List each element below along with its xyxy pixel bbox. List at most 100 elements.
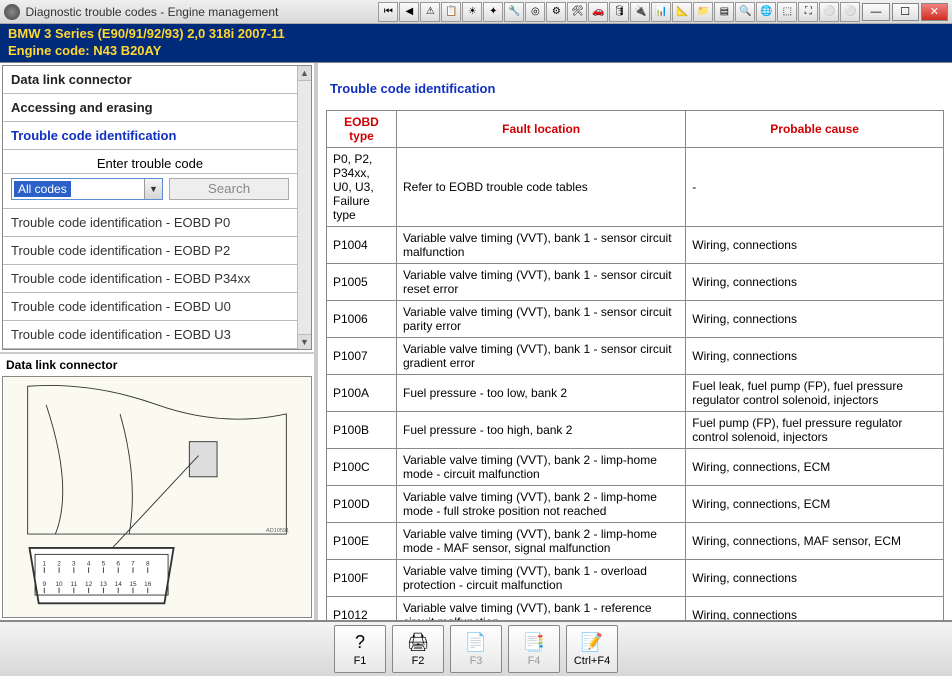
- cell-code: P100C: [327, 448, 397, 485]
- toolbar-button-16[interactable]: ▤: [714, 2, 734, 22]
- search-button[interactable]: Search: [169, 178, 289, 200]
- toolbar-button-11[interactable]: 🛢: [609, 2, 629, 22]
- cell-code: P100E: [327, 522, 397, 559]
- cell-cause: Wiring, connections: [686, 263, 944, 300]
- window-title: Diagnostic trouble codes - Engine manage…: [26, 5, 279, 19]
- cell-code: P1007: [327, 337, 397, 374]
- maximize-button[interactable]: ☐: [892, 3, 919, 21]
- nav-sublink[interactable]: Trouble code identification - EOBD P2: [3, 237, 297, 265]
- toolbar-button-8[interactable]: ⚙: [546, 2, 566, 22]
- cell-fault: Fuel pressure - too low, bank 2: [397, 374, 686, 411]
- fkey-label: Ctrl+F4: [574, 655, 610, 667]
- chevron-down-icon: ▼: [144, 179, 162, 199]
- table-row: P100AFuel pressure - too low, bank 2Fuel…: [327, 374, 944, 411]
- fkey-ctrl-f4[interactable]: 📝 Ctrl+F4: [566, 625, 618, 673]
- toolbar-button-3[interactable]: 📋: [441, 2, 461, 22]
- table-row: P0, P2, P34xx, U0, U3, Failure typeRefer…: [327, 147, 944, 226]
- fkey-icon: 📄: [465, 632, 487, 653]
- cell-cause: Wiring, connections, ECM: [686, 485, 944, 522]
- cell-fault: Variable valve timing (VVT), bank 1 - se…: [397, 300, 686, 337]
- nav-sublink[interactable]: Trouble code identification - EOBD U3: [3, 321, 297, 349]
- table-row: P100BFuel pressure - too high, bank 2Fue…: [327, 411, 944, 448]
- content-pane[interactable]: Trouble code identification EOBD type Fa…: [318, 63, 952, 620]
- connector-diagram: 12345678 910111213141516 AD10591: [2, 376, 312, 618]
- fkey-icon: 📝: [581, 632, 603, 653]
- svg-text:10: 10: [55, 581, 63, 588]
- codes-table: EOBD type Fault location Probable cause …: [326, 110, 944, 620]
- svg-text:3: 3: [72, 560, 76, 567]
- nav-sublink[interactable]: Trouble code identification - EOBD P0: [3, 209, 297, 237]
- fkey-label: F1: [354, 655, 367, 667]
- cell-cause: Wiring, connections, MAF sensor, ECM: [686, 522, 944, 559]
- table-row: P1007Variable valve timing (VVT), bank 1…: [327, 337, 944, 374]
- cell-cause: -: [686, 147, 944, 226]
- cell-cause: Wiring, connections: [686, 596, 944, 620]
- col-probable-cause: Probable cause: [686, 110, 944, 147]
- toolbar-button-21[interactable]: ⚪: [819, 2, 839, 22]
- toolbar-button-5[interactable]: ✦: [483, 2, 503, 22]
- nav-sublink[interactable]: Trouble code identification - EOBD P34xx: [3, 265, 297, 293]
- table-row: P100FVariable valve timing (VVT), bank 1…: [327, 559, 944, 596]
- nav-item[interactable]: Trouble code identification: [3, 122, 297, 150]
- toolbar-button-2[interactable]: ⚠: [420, 2, 440, 22]
- nav-sublink[interactable]: Trouble code identification - EOBD U0: [3, 293, 297, 321]
- toolbar-button-10[interactable]: 🚗: [588, 2, 608, 22]
- codes-dropdown[interactable]: All codes ▼: [11, 178, 163, 200]
- toolbar-button-9[interactable]: 🛠: [567, 2, 587, 22]
- table-row: P1006Variable valve timing (VVT), bank 1…: [327, 300, 944, 337]
- cell-fault: Variable valve timing (VVT), bank 2 - li…: [397, 522, 686, 559]
- svg-text:6: 6: [116, 560, 120, 567]
- cell-fault: Variable valve timing (VVT), bank 1 - se…: [397, 263, 686, 300]
- svg-text:11: 11: [70, 581, 77, 588]
- toolbar-button-22[interactable]: ⚪: [840, 2, 860, 22]
- toolbar-button-20[interactable]: ⛶: [798, 2, 818, 22]
- col-fault-location: Fault location: [397, 110, 686, 147]
- cell-code: P100F: [327, 559, 397, 596]
- toolbar-button-1[interactable]: ◀: [399, 2, 419, 22]
- svg-text:14: 14: [115, 581, 123, 588]
- app-icon: [4, 4, 20, 20]
- svg-text:1: 1: [42, 560, 46, 567]
- fkey-f3: 📄F3: [450, 625, 502, 673]
- cell-code: P100B: [327, 411, 397, 448]
- svg-text:16: 16: [144, 581, 152, 588]
- close-button[interactable]: ✕: [921, 3, 948, 21]
- fkey-icon: 🖨: [407, 632, 430, 653]
- toolbar-button-18[interactable]: 🌐: [756, 2, 776, 22]
- footer-toolbar: ?F1🖨F2📄F3📑F4📝Ctrl+F4: [0, 620, 952, 676]
- cell-cause: Fuel pump (FP), fuel pressure regulator …: [686, 411, 944, 448]
- fkey-f2[interactable]: 🖨F2: [392, 625, 444, 673]
- fkey-label: F4: [528, 655, 541, 667]
- table-row: P100CVariable valve timing (VVT), bank 2…: [327, 448, 944, 485]
- toolbar-button-4[interactable]: ☀: [462, 2, 482, 22]
- nav-item[interactable]: Accessing and erasing: [3, 94, 297, 122]
- toolbar-button-7[interactable]: ◎: [525, 2, 545, 22]
- cell-cause: Wiring, connections, ECM: [686, 448, 944, 485]
- toolbar-button-0[interactable]: ⏮: [378, 2, 398, 22]
- cell-code: P1005: [327, 263, 397, 300]
- nav-scrollbar[interactable]: [297, 66, 311, 349]
- cell-fault: Variable valve timing (VVT), bank 2 - li…: [397, 485, 686, 522]
- section-title: Trouble code identification: [330, 81, 940, 96]
- cell-code: P0, P2, P34xx, U0, U3, Failure type: [327, 147, 397, 226]
- toolbar: ⏮◀⚠📋☀✦🔧◎⚙🛠🚗🛢🔌📊📐📁▤🔍🌐⬚⛶⚪⚪: [378, 2, 860, 22]
- nav-item[interactable]: Data link connector: [3, 66, 297, 94]
- cell-cause: Fuel leak, fuel pump (FP), fuel pressure…: [686, 374, 944, 411]
- minimize-button[interactable]: —: [862, 3, 889, 21]
- toolbar-button-6[interactable]: 🔧: [504, 2, 524, 22]
- cell-code: P1004: [327, 226, 397, 263]
- toolbar-button-13[interactable]: 📊: [651, 2, 671, 22]
- title-bar: Diagnostic trouble codes - Engine manage…: [0, 0, 952, 24]
- cell-cause: Wiring, connections: [686, 226, 944, 263]
- toolbar-button-12[interactable]: 🔌: [630, 2, 650, 22]
- enter-code-label: Enter trouble code: [3, 150, 297, 174]
- toolbar-button-15[interactable]: 📁: [693, 2, 713, 22]
- toolbar-button-17[interactable]: 🔍: [735, 2, 755, 22]
- toolbar-button-14[interactable]: 📐: [672, 2, 692, 22]
- table-row: P100DVariable valve timing (VVT), bank 2…: [327, 485, 944, 522]
- toolbar-button-19[interactable]: ⬚: [777, 2, 797, 22]
- cell-cause: Wiring, connections: [686, 559, 944, 596]
- diagram-label: Data link connector: [0, 352, 314, 376]
- fkey-f1[interactable]: ?F1: [334, 625, 386, 673]
- cell-cause: Wiring, connections: [686, 300, 944, 337]
